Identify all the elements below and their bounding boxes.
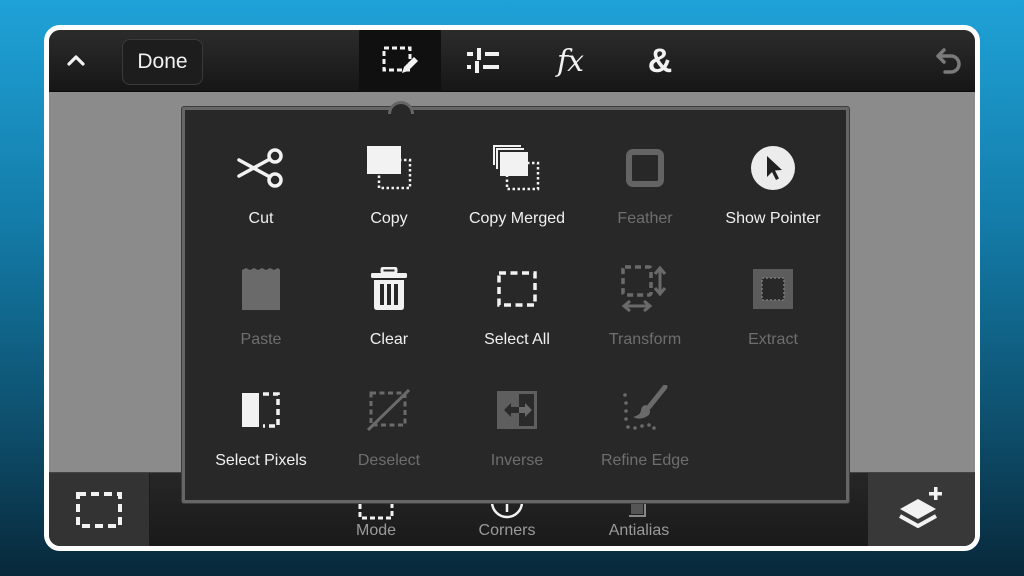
menu-item-label: Transform (608, 331, 682, 348)
menu-item-label: Copy Merged (468, 210, 566, 227)
tab-blend[interactable]: & (619, 30, 701, 92)
menu-item-copy[interactable]: Copy (325, 128, 453, 249)
tab-adjustments[interactable] (442, 30, 524, 92)
pointer-icon (751, 146, 795, 190)
menu-item-label: Clear (369, 331, 409, 348)
menu-item-label: Copy (370, 210, 408, 227)
corners-icon (490, 502, 524, 519)
menu-item-select-all[interactable]: Select All (453, 249, 581, 370)
marquee-selection-icon (76, 491, 122, 528)
selection-menu-grid: Cut Copy Copy Merged Feather Show Pointe… (197, 128, 837, 491)
menu-item-cut[interactable]: Cut (197, 128, 325, 249)
menu-item-extract[interactable]: Extract (709, 249, 837, 370)
menu-item-inverse[interactable]: Inverse (453, 370, 581, 491)
mode-icon (358, 504, 394, 520)
chevron-up-icon (67, 55, 85, 66)
blend-ampersand-icon: & (647, 41, 673, 80)
antialias-icon (629, 504, 646, 517)
app-window: Done fx & Mode Corners Antialias Cut Cop… (44, 25, 980, 551)
menu-item-label: Paste (240, 331, 282, 348)
top-toolbar: Done fx & (49, 30, 975, 92)
menu-item-show-pointer[interactable]: Show Pointer (709, 128, 837, 249)
mode-label: Mode (355, 522, 397, 539)
menu-item-label: Inverse (490, 452, 544, 469)
adjustments-sliders-icon (467, 48, 499, 73)
menu-item-deselect[interactable]: Deselect (325, 370, 453, 491)
undo-icon (936, 48, 961, 74)
menu-item-transform[interactable]: Transform (581, 249, 709, 370)
select-pixels-icon (242, 392, 280, 428)
inverse-icon (497, 391, 537, 429)
done-button[interactable]: Done (122, 39, 203, 85)
copy-merged-icon (493, 145, 540, 191)
menu-item-refine-edge[interactable]: Refine Edge (581, 370, 709, 491)
menu-item-select-pixels[interactable]: Select Pixels (197, 370, 325, 491)
menu-item-label: Cut (248, 210, 274, 227)
extract-icon (753, 269, 793, 309)
menu-item-label: Select Pixels (215, 452, 307, 469)
collapse-button[interactable] (63, 48, 89, 74)
menu-item-copy-merged[interactable]: Copy Merged (453, 128, 581, 249)
transform-icon (621, 265, 667, 313)
copy-icon (367, 146, 412, 190)
fx-icon: fx (556, 43, 584, 79)
selection-edit-icon (382, 46, 418, 73)
menu-item-label: Deselect (357, 452, 421, 469)
undo-button[interactable] (931, 46, 963, 78)
selection-tool-button[interactable] (49, 473, 150, 546)
menu-item-label: Refine Edge (600, 452, 690, 469)
menu-item-label: Feather (617, 210, 673, 227)
tab-selection[interactable] (359, 30, 441, 92)
antialias-label: Antialias (608, 522, 670, 539)
menu-item-label: Show Pointer (725, 210, 821, 227)
menu-item-label: Select All (484, 331, 550, 348)
add-layer-icon (898, 486, 942, 528)
menu-item-feather[interactable]: Feather (581, 128, 709, 249)
add-layer-button[interactable] (868, 473, 975, 546)
feather-icon (626, 149, 664, 187)
menu-item-clear[interactable]: Clear (325, 249, 453, 370)
paste-icon (242, 268, 280, 310)
select-all-icon (497, 271, 537, 307)
corners-label: Corners (478, 522, 536, 539)
menu-item-label: Extract (748, 331, 798, 348)
selection-menu-popup: Cut Copy Copy Merged Feather Show Pointe… (182, 101, 849, 503)
refine-edge-icon (623, 385, 668, 430)
menu-item-paste[interactable]: Paste (197, 249, 325, 370)
tab-effects[interactable]: fx (529, 30, 611, 92)
trash-icon (371, 267, 407, 310)
deselect-icon (366, 388, 411, 432)
scissors-icon (237, 148, 283, 188)
